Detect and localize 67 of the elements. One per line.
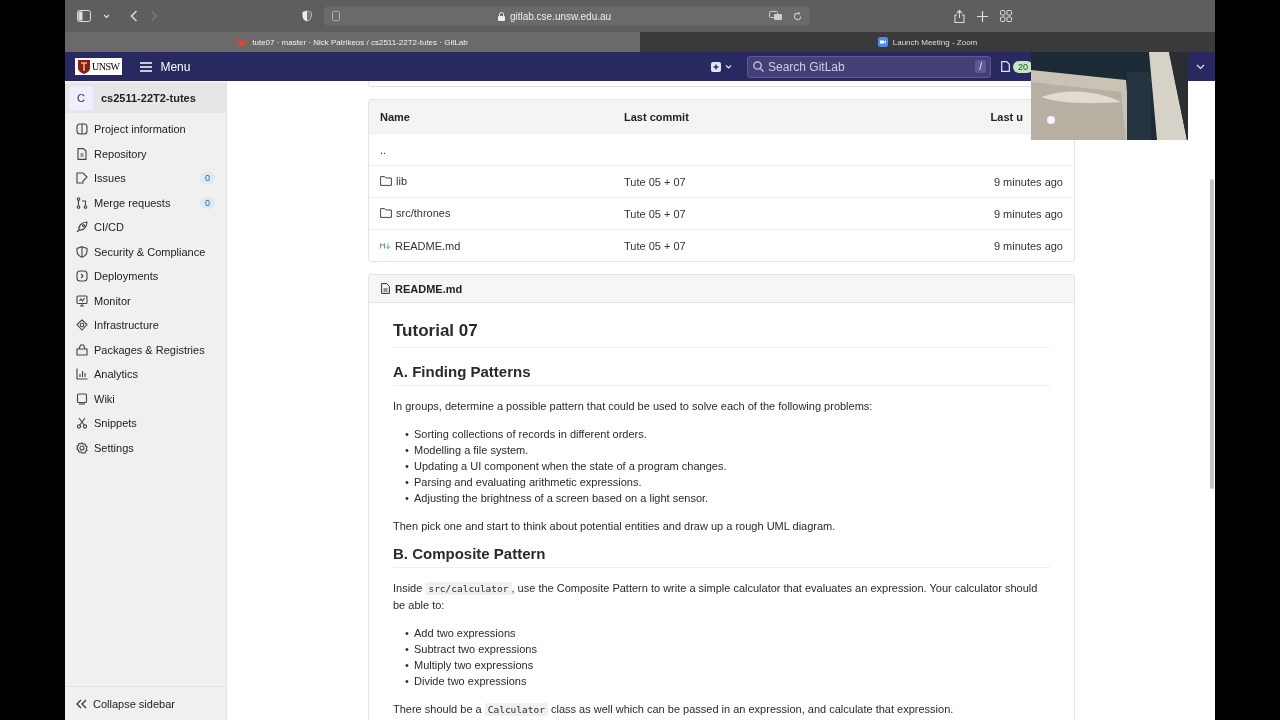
heading: A. Finding Patterns bbox=[393, 364, 1050, 386]
list-item: Sorting collections of records in different orders. bbox=[414, 427, 647, 442]
list-item: Divide two expressions bbox=[414, 674, 527, 689]
list-item: Parsing and evaluating arithmetic expressions. bbox=[414, 475, 642, 490]
shortcut-key: / bbox=[975, 59, 986, 73]
sidebar-item[interactable]: Repository bbox=[65, 141, 226, 166]
sidebar-item[interactable]: Wiki bbox=[65, 386, 226, 411]
bullet: • bbox=[405, 491, 408, 506]
browser-tab[interactable]: tute07 · master · Nick Patrikeos / cs2511-22T2-tutes · GitLab bbox=[65, 32, 640, 52]
sidebar-item[interactable]: Infrastructure bbox=[65, 313, 226, 338]
commit-message[interactable]: Tute 05 + 07 bbox=[624, 175, 824, 188]
bullet: • bbox=[405, 658, 408, 673]
sidebar-item[interactable]: Packages & Registries bbox=[65, 337, 226, 362]
list-item: Adjusting the brightness of a screen based on a light sensor. bbox=[414, 491, 709, 506]
collapse-sidebar-button[interactable]: Collapse sidebar bbox=[65, 686, 226, 720]
project-avatar: C bbox=[69, 86, 93, 110]
column-header: Last commit bbox=[624, 110, 690, 123]
paragraph: There should be a Calculator class as well which can be passed in an expression, and calculate that expression. bbox=[393, 702, 955, 718]
sidebar-item[interactable]: CI/CD bbox=[65, 215, 226, 240]
sidebar-item[interactable]: Deployments bbox=[65, 264, 226, 289]
list-item: Updating a UI component when the state of a program changes. bbox=[414, 459, 727, 474]
count-badge: 20 bbox=[1013, 60, 1033, 73]
list-item: Multiply two expressions bbox=[414, 658, 534, 673]
bullet: • bbox=[405, 427, 408, 442]
list-item: Modelling a file system. bbox=[414, 443, 529, 458]
file-link[interactable]: README.md bbox=[380, 240, 461, 252]
paragraph: Inside src/calculator , use the Composite Pattern to write a simple calculator that evaluates an expression. Your calculator should be able to: bbox=[393, 581, 1039, 613]
column-header: Last u bbox=[989, 110, 1024, 123]
sidebar-item[interactable]: Analytics bbox=[65, 362, 226, 387]
project-header[interactable]: C cs2511-22T2-tutes bbox=[65, 83, 226, 113]
url-text: gitlab.cse.unsw.edu.au bbox=[509, 10, 612, 22]
bullet: • bbox=[405, 674, 408, 689]
commit-message[interactable]: Tute 05 + 07 bbox=[624, 207, 824, 220]
paragraph: In groups, determine a possible pattern that could be used to solve each of the following problems: bbox=[393, 399, 874, 414]
address-bar[interactable]: gitlab.cse.unsw.edu.au bbox=[324, 6, 810, 26]
list-item: Subtract two expressions bbox=[414, 642, 537, 657]
browser-tab[interactable]: Launch Meeting - Zoom bbox=[640, 32, 1215, 52]
bullet: • bbox=[405, 459, 408, 474]
bullet: • bbox=[405, 642, 408, 657]
bullet: • bbox=[405, 443, 408, 458]
update-time: 9 minutes ago bbox=[992, 175, 1063, 188]
heading: B. Composite Pattern bbox=[393, 546, 1050, 568]
commit-message[interactable]: Tute 05 + 07 bbox=[624, 239, 824, 252]
list-item: Add two expressions bbox=[414, 626, 516, 641]
menu-button[interactable]: Menu bbox=[136, 56, 195, 77]
paragraph: Then pick one and start to think about potential entities and draw up a rough UML diagram. bbox=[393, 519, 837, 534]
sidebar-item[interactable]: Issues 0 bbox=[65, 166, 226, 191]
file-link[interactable]: .. bbox=[380, 143, 387, 156]
count-badge: 0 bbox=[200, 196, 215, 209]
sidebar-item[interactable]: Snippets bbox=[65, 411, 226, 436]
readme-title: README.md bbox=[395, 282, 463, 295]
bullet: • bbox=[405, 475, 408, 490]
count-badge: 0 bbox=[200, 172, 215, 185]
file-link[interactable]: src/thrones bbox=[380, 207, 451, 219]
bullet: • bbox=[405, 626, 408, 641]
file-link[interactable]: lib bbox=[380, 175, 407, 187]
column-header: Name bbox=[380, 110, 411, 123]
sidebar-item[interactable]: Security & Compliance bbox=[65, 239, 226, 264]
university-logo[interactable]: UNSW bbox=[75, 58, 123, 75]
sidebar-item[interactable]: Monitor bbox=[65, 288, 226, 313]
sidebar-item[interactable]: Project information bbox=[65, 117, 226, 142]
sidebar-item[interactable]: Merge requests 0 bbox=[65, 190, 226, 215]
update-time: 9 minutes ago bbox=[992, 207, 1063, 220]
project-name: cs2511-22T2-tutes bbox=[101, 92, 196, 104]
update-time: 9 minutes ago bbox=[992, 239, 1063, 252]
heading: Tutorial 07 bbox=[393, 323, 1050, 348]
sidebar-item[interactable]: Settings bbox=[65, 435, 226, 460]
